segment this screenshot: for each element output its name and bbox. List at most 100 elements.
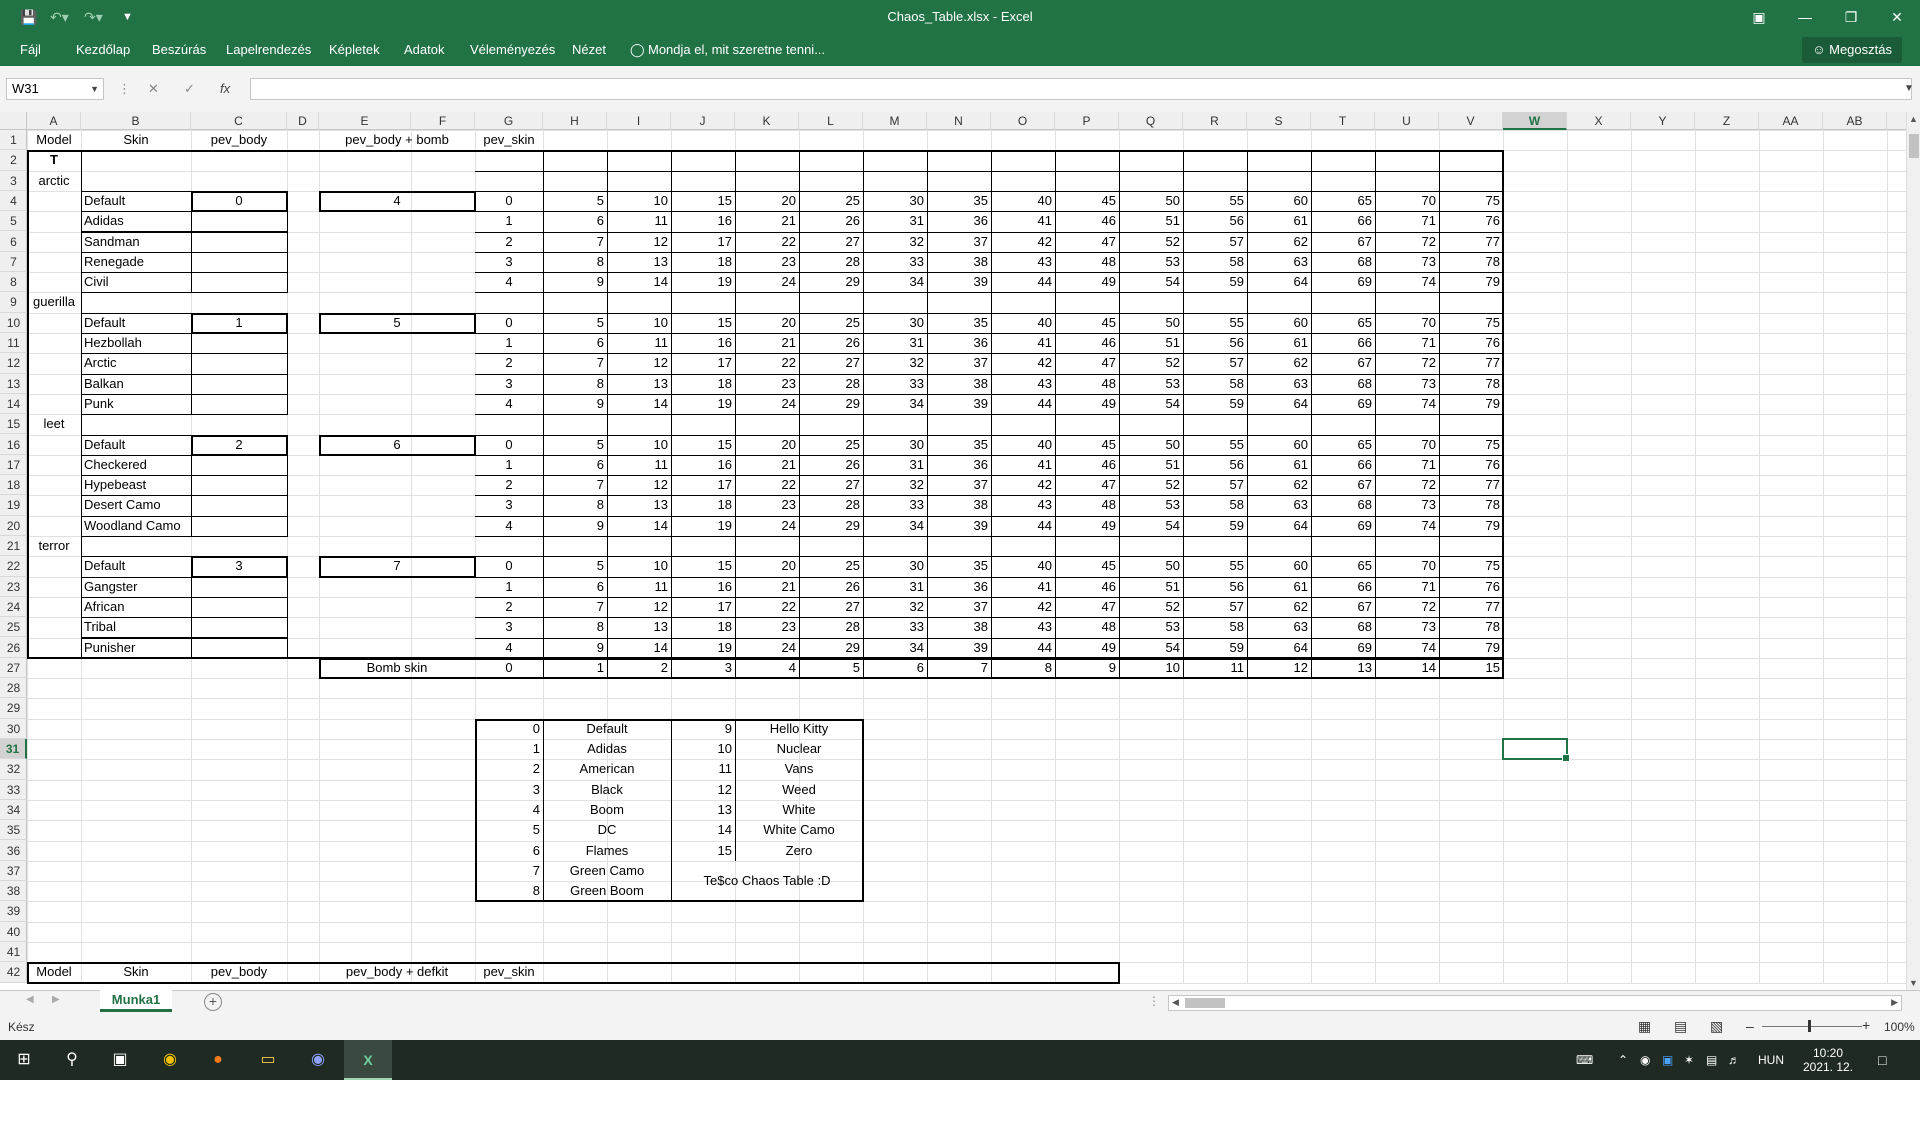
- pev-skin-value[interactable]: 33: [863, 495, 927, 515]
- pev-skin-value[interactable]: 77: [1439, 232, 1503, 252]
- pev-skin-value[interactable]: 38: [927, 374, 991, 394]
- pev-skin-value[interactable]: 4: [475, 516, 543, 536]
- tab-review[interactable]: Véleményezés: [470, 34, 555, 66]
- vertical-scroll-thumb[interactable]: [1909, 134, 1919, 158]
- pev-skin-value[interactable]: 3: [475, 374, 543, 394]
- pev-body-value[interactable]: 2: [191, 435, 287, 455]
- pev-skin-value[interactable]: 8: [543, 495, 607, 515]
- name-box[interactable]: W31 ▼: [6, 78, 104, 100]
- bluetooth-icon[interactable]: ✶: [1684, 1040, 1694, 1080]
- legend-skin-name[interactable]: DC: [543, 820, 671, 840]
- row-header-6[interactable]: 6: [0, 232, 27, 252]
- pev-skin-value[interactable]: 51: [1119, 455, 1183, 475]
- row-header-31[interactable]: 31: [0, 739, 27, 760]
- pev-skin-value[interactable]: 38: [927, 617, 991, 637]
- skin-name[interactable]: Default: [81, 313, 191, 333]
- expand-formula-bar-icon[interactable]: ▼: [1904, 78, 1914, 100]
- pev-skin-value[interactable]: 35: [927, 435, 991, 455]
- row-header-24[interactable]: 24: [0, 597, 27, 618]
- pev-skin-value[interactable]: 20: [735, 556, 799, 576]
- legend-skin-name[interactable]: Zero: [735, 841, 863, 861]
- pev-skin-value[interactable]: 57: [1183, 353, 1247, 373]
- pev-skin-value[interactable]: 69: [1311, 638, 1375, 658]
- legend-id[interactable]: 13: [671, 800, 735, 820]
- column-header-w[interactable]: W: [1503, 112, 1567, 130]
- pev-skin-value[interactable]: 67: [1311, 475, 1375, 495]
- pev-skin-value[interactable]: 44: [991, 516, 1055, 536]
- pev-skin-value[interactable]: 53: [1119, 252, 1183, 272]
- footer-header-model[interactable]: Model: [27, 962, 81, 982]
- column-header-x[interactable]: X: [1567, 112, 1631, 130]
- legend-id[interactable]: 8: [475, 881, 543, 901]
- header-pev-body-bomb[interactable]: pev_body + bomb: [319, 130, 475, 150]
- pev-skin-value[interactable]: 51: [1119, 211, 1183, 231]
- pev-skin-value[interactable]: 64: [1247, 638, 1311, 658]
- pev-skin-value[interactable]: 32: [863, 475, 927, 495]
- column-header-j[interactable]: J: [671, 112, 735, 130]
- bomb-skin-value[interactable]: 10: [1119, 658, 1183, 678]
- pev-body-value[interactable]: 1: [191, 313, 287, 333]
- pev-skin-value[interactable]: 78: [1439, 617, 1503, 637]
- row-header-7[interactable]: 7: [0, 252, 27, 273]
- pev-skin-value[interactable]: 16: [671, 211, 735, 231]
- chevron-up-icon[interactable]: ⌃: [1618, 1040, 1628, 1080]
- row-header-2[interactable]: 2: [0, 150, 27, 171]
- pev-skin-value[interactable]: 68: [1311, 617, 1375, 637]
- pev-skin-value[interactable]: 52: [1119, 475, 1183, 495]
- formula-input[interactable]: [250, 78, 1912, 100]
- scroll-up-icon[interactable]: ▲: [1909, 114, 1918, 124]
- skin-name[interactable]: Adidas: [81, 211, 191, 231]
- legend-id[interactable]: 6: [475, 841, 543, 861]
- pev-skin-value[interactable]: 17: [671, 353, 735, 373]
- legend-id[interactable]: 15: [671, 841, 735, 861]
- row-header-33[interactable]: 33: [0, 780, 27, 800]
- notification-icon[interactable]: □: [1878, 1040, 1886, 1080]
- skin-name[interactable]: Arctic: [81, 353, 191, 373]
- pev-skin-value[interactable]: 19: [671, 638, 735, 658]
- skin-name[interactable]: Gangster: [81, 577, 191, 597]
- pev-skin-value[interactable]: 58: [1183, 617, 1247, 637]
- pev-skin-value[interactable]: 63: [1247, 617, 1311, 637]
- pev-skin-value[interactable]: 4: [475, 272, 543, 292]
- pev-skin-value[interactable]: 8: [543, 374, 607, 394]
- row-header-4[interactable]: 4: [0, 191, 27, 212]
- pev-skin-value[interactable]: 0: [475, 435, 543, 455]
- pev-skin-value[interactable]: 43: [991, 617, 1055, 637]
- pev-skin-value[interactable]: 50: [1119, 191, 1183, 211]
- pev-skin-value[interactable]: 62: [1247, 353, 1311, 373]
- pev-skin-value[interactable]: 11: [607, 577, 671, 597]
- pev-skin-value[interactable]: 17: [671, 475, 735, 495]
- tab-view[interactable]: Nézet: [572, 34, 606, 66]
- column-header-y[interactable]: Y: [1631, 112, 1695, 130]
- pev-skin-value[interactable]: 0: [475, 191, 543, 211]
- row-header-38[interactable]: 38: [0, 881, 27, 902]
- chevron-down-icon[interactable]: ▼: [90, 79, 99, 99]
- skin-name[interactable]: Civil: [81, 272, 191, 292]
- pev-skin-value[interactable]: 21: [735, 455, 799, 475]
- pev-skin-value[interactable]: 55: [1183, 556, 1247, 576]
- pev-skin-value[interactable]: 74: [1375, 516, 1439, 536]
- pev-skin-value[interactable]: 30: [863, 435, 927, 455]
- pev-skin-value[interactable]: 7: [543, 475, 607, 495]
- pev-skin-value[interactable]: 50: [1119, 313, 1183, 333]
- pev-skin-value[interactable]: 11: [607, 211, 671, 231]
- pev-skin-value[interactable]: 76: [1439, 211, 1503, 231]
- bomb-skin-value[interactable]: 5: [799, 658, 863, 678]
- pev-skin-value[interactable]: 21: [735, 211, 799, 231]
- row-header-26[interactable]: 26: [0, 638, 27, 658]
- legend-skin-name[interactable]: Hello Kitty: [735, 719, 863, 739]
- pev-skin-value[interactable]: 36: [927, 333, 991, 353]
- pev-skin-value[interactable]: 52: [1119, 353, 1183, 373]
- row-header-30[interactable]: 30: [0, 719, 27, 739]
- legend-skin-name[interactable]: Weed: [735, 780, 863, 800]
- pev-skin-value[interactable]: 2: [475, 232, 543, 252]
- row-header-20[interactable]: 20: [0, 516, 27, 536]
- pev-skin-value[interactable]: 31: [863, 333, 927, 353]
- pev-skin-value[interactable]: 46: [1055, 455, 1119, 475]
- pev-skin-value[interactable]: 21: [735, 333, 799, 353]
- pev-skin-value[interactable]: 4: [475, 638, 543, 658]
- pev-skin-value[interactable]: 34: [863, 638, 927, 658]
- skin-name[interactable]: Balkan: [81, 374, 191, 394]
- header-pev-skin[interactable]: pev_skin: [475, 130, 543, 150]
- row-header-35[interactable]: 35: [0, 820, 27, 841]
